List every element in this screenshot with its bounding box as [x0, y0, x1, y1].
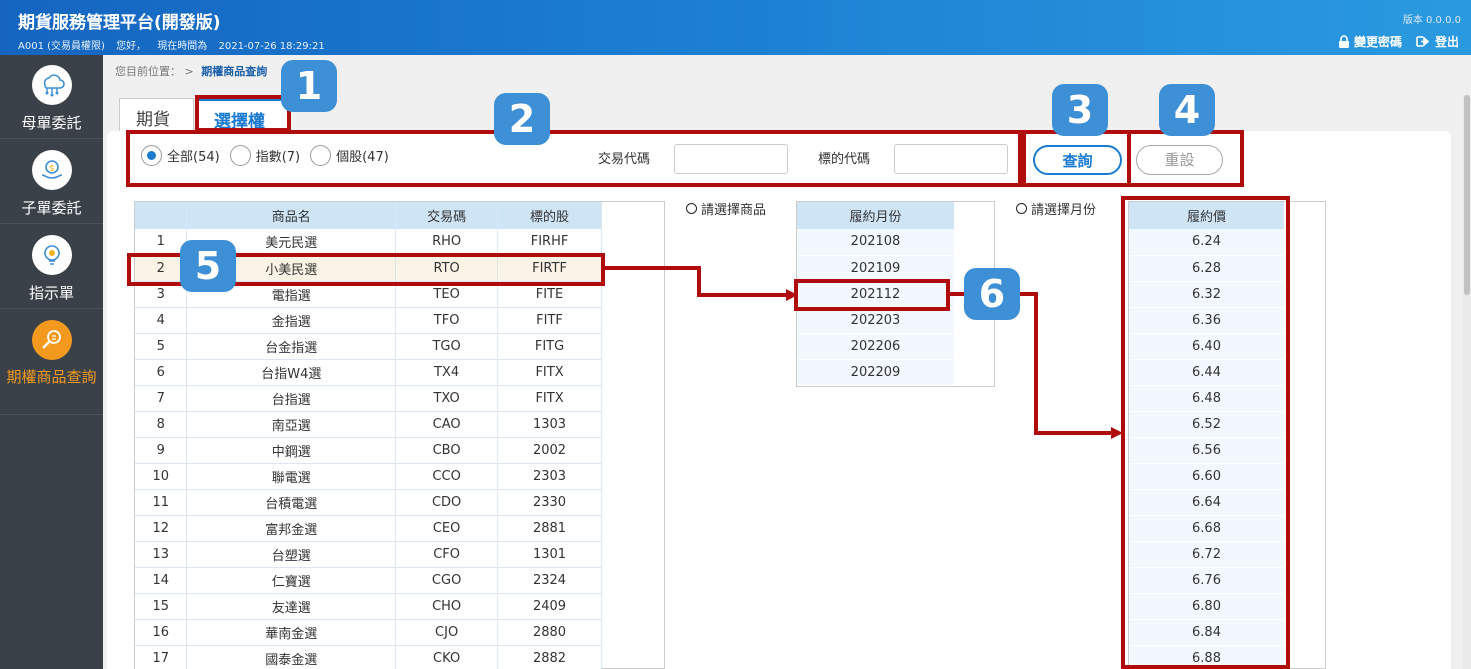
- annotation-marker-6: 6: [964, 268, 1020, 320]
- annotation-marker-2: 2: [494, 93, 550, 145]
- annotation-marker-5: 5: [180, 240, 236, 292]
- annotation-marker-3: 3: [1052, 84, 1108, 136]
- annotation-arrows: [605, 266, 1123, 439]
- annotation-marker-4: 4: [1159, 84, 1215, 136]
- annotation-marker-1: 1: [281, 60, 337, 112]
